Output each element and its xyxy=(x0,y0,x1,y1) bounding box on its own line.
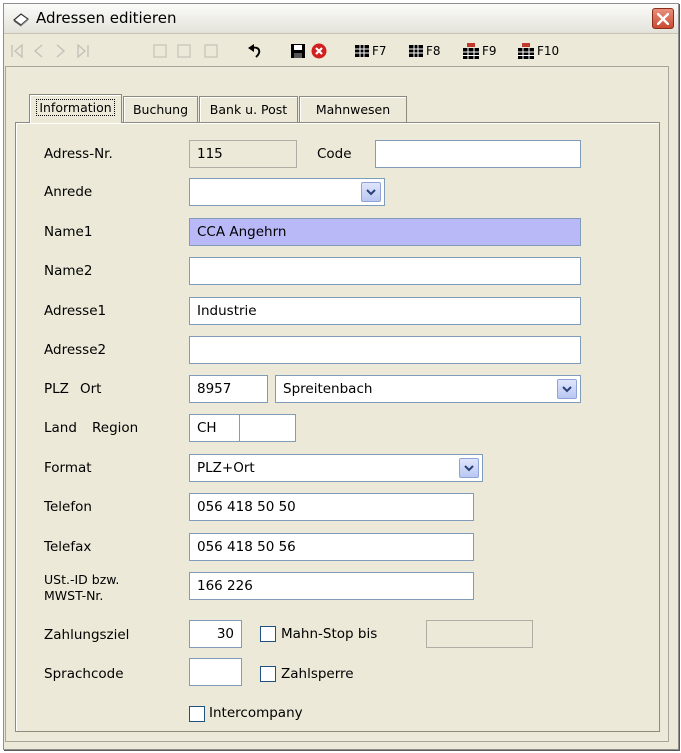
telefon-input[interactable]: 056 418 50 50 xyxy=(189,493,474,521)
chevron-down-icon xyxy=(366,189,376,196)
telefax-label: Telefax xyxy=(44,539,92,555)
next-record-icon[interactable] xyxy=(54,43,68,59)
tab-information[interactable]: Information xyxy=(29,94,122,123)
f9-label[interactable]: F9 xyxy=(482,44,497,58)
ort-select[interactable]: Spreitenbach xyxy=(275,375,581,403)
previous-record-icon[interactable] xyxy=(32,43,46,59)
table-f7-icon[interactable] xyxy=(355,43,369,59)
adress-nr-label: Adress-Nr. xyxy=(44,146,113,162)
chevron-down-icon xyxy=(464,465,474,472)
zahlungsziel-label: Zahlungsziel xyxy=(44,627,130,643)
save-icon[interactable] xyxy=(290,43,306,59)
ort-dropdown-button[interactable] xyxy=(557,379,577,399)
tab-mahnwesen[interactable]: Mahnwesen xyxy=(299,96,407,122)
code-input[interactable] xyxy=(375,140,581,168)
title-bar[interactable]: Adressen editieren xyxy=(4,4,678,34)
ust-id-input[interactable]: 166 226 xyxy=(189,572,474,600)
adresse2-input[interactable] xyxy=(189,336,581,364)
tab-buchung[interactable]: Buchung xyxy=(123,96,198,122)
f10-label[interactable]: F10 xyxy=(537,44,559,58)
table-f8-icon[interactable] xyxy=(409,43,423,59)
mahn-stop-label: Mahn-Stop bis xyxy=(281,626,378,642)
zahlsperre-checkbox[interactable] xyxy=(260,666,276,682)
format-select[interactable]: PLZ+Ort xyxy=(189,454,483,482)
f8-label[interactable]: F8 xyxy=(426,44,441,58)
anrede-select[interactable] xyxy=(189,178,385,206)
tab-mahnwesen-label: Mahnwesen xyxy=(315,102,391,117)
sprachcode-label: Sprachcode xyxy=(44,666,124,682)
region-label: Region xyxy=(92,420,139,436)
plz-input[interactable]: 8957 xyxy=(189,375,268,403)
adresse1-label: Adresse1 xyxy=(44,303,107,319)
undo-icon[interactable] xyxy=(247,43,263,59)
anrede-dropdown-button[interactable] xyxy=(361,182,381,202)
close-button[interactable] xyxy=(652,8,674,29)
land-label: Land xyxy=(44,420,77,436)
chevron-down-icon xyxy=(562,386,572,393)
tab-information-label: Information xyxy=(36,99,115,116)
ust-id-label-line2: MWST-Nr. xyxy=(44,588,104,603)
toolbar: F7 F8 F9 F10 xyxy=(4,35,678,65)
tab-bank-post-label: Bank u. Post xyxy=(209,102,288,117)
telefax-input[interactable]: 056 418 50 56 xyxy=(189,533,474,561)
name1-label: Name1 xyxy=(44,224,93,240)
new-record-icon[interactable] xyxy=(153,43,167,59)
adresse1-input[interactable]: Industrie xyxy=(189,297,581,325)
zahlungsziel-input[interactable]: 30 xyxy=(189,620,242,648)
ust-id-label-line1: USt.-ID bzw. xyxy=(44,572,120,587)
f7-label[interactable]: F7 xyxy=(372,44,387,58)
anrede-label: Anrede xyxy=(44,184,93,200)
name1-input[interactable]: CCA Angehrn xyxy=(189,218,581,246)
cancel-icon[interactable] xyxy=(311,43,327,59)
delete-record-icon[interactable] xyxy=(204,43,218,59)
tab-bank-post[interactable]: Bank u. Post xyxy=(199,96,298,122)
table-f10-icon[interactable] xyxy=(518,43,534,59)
name2-label: Name2 xyxy=(44,263,93,279)
ort-value: Spreitenbach xyxy=(283,381,373,397)
region-input[interactable] xyxy=(239,414,296,442)
telefon-label: Telefon xyxy=(44,499,92,515)
address-book-icon xyxy=(12,11,30,27)
table-f9-icon[interactable] xyxy=(463,43,479,59)
code-label: Code xyxy=(317,146,352,162)
format-label: Format xyxy=(44,460,92,476)
intercompany-label: Intercompany xyxy=(209,705,303,721)
intercompany-checkbox[interactable] xyxy=(189,706,205,722)
window-title: Adressen editieren xyxy=(36,9,177,27)
mahn-stop-date-field xyxy=(426,620,533,648)
name2-input[interactable] xyxy=(189,257,581,285)
close-icon xyxy=(657,13,669,25)
land-input[interactable]: CH xyxy=(189,414,240,442)
plz-label: PLZ xyxy=(44,381,69,397)
format-value: PLZ+Ort xyxy=(197,460,255,476)
ort-label: Ort xyxy=(80,381,102,397)
tab-buchung-label: Buchung xyxy=(132,102,189,117)
copy-record-icon[interactable] xyxy=(177,43,191,59)
adresse2-label: Adresse2 xyxy=(44,342,107,358)
format-dropdown-button[interactable] xyxy=(459,458,479,478)
zahlsperre-label: Zahlsperre xyxy=(281,666,354,682)
sprachcode-input[interactable] xyxy=(189,658,242,686)
last-record-icon[interactable] xyxy=(76,43,90,59)
adress-nr-field: 115 xyxy=(189,140,297,168)
first-record-icon[interactable] xyxy=(10,43,24,59)
mahn-stop-checkbox[interactable] xyxy=(260,626,276,642)
